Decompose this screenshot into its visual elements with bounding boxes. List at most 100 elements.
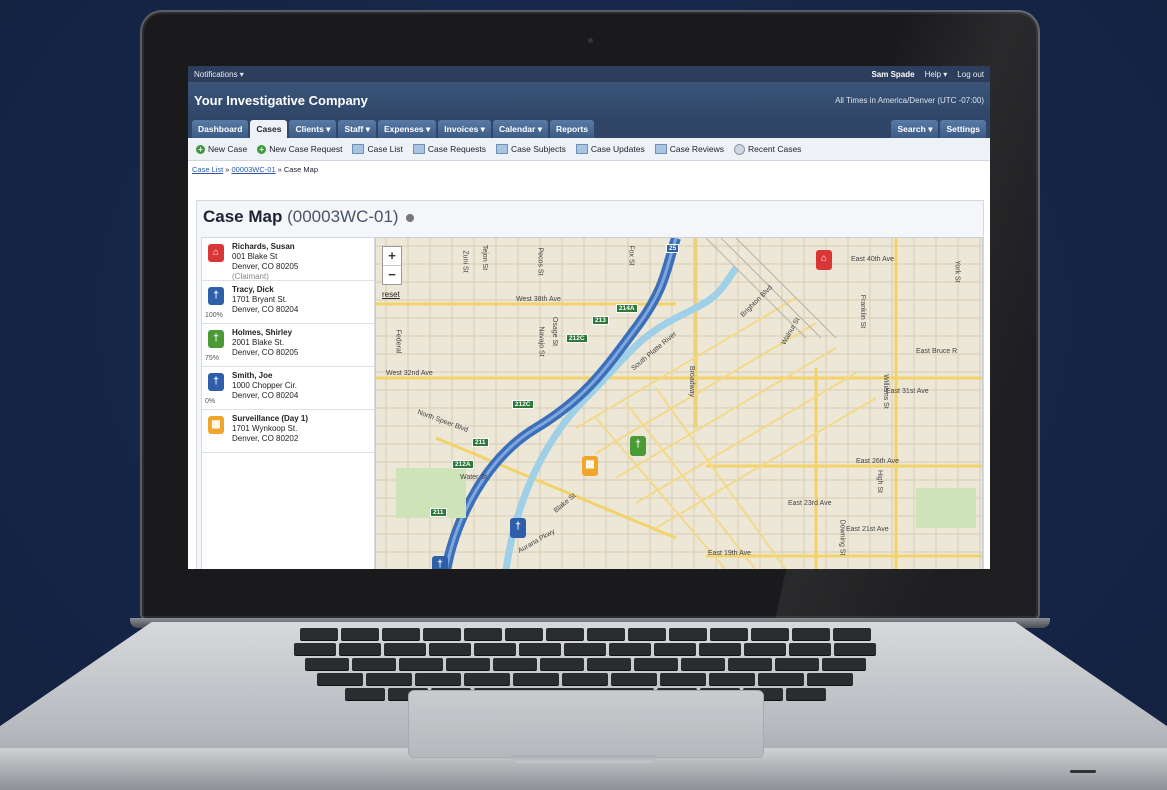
plus-icon: + <box>196 144 205 154</box>
key <box>340 628 379 640</box>
lid-notch <box>510 755 656 763</box>
map-pin-calendar-icon[interactable]: ▦ <box>582 456 598 476</box>
tab-cases[interactable]: Cases <box>250 120 288 138</box>
highway-shield: 25 <box>666 244 680 253</box>
zoom-in-button[interactable]: + <box>383 247 401 266</box>
highway-shield: 212C <box>512 400 534 409</box>
case-reviews-link[interactable]: Case Reviews <box>654 144 724 154</box>
new-case-request-button[interactable]: + New Case Request <box>257 144 342 154</box>
list-item[interactable]: ⌂ Richards, Susan 001 Blake St Denver, CO 8… <box>202 238 374 281</box>
subject-name: Richards, Susan <box>232 242 295 251</box>
key <box>513 673 559 685</box>
map-label: High St <box>875 470 883 493</box>
map-label: East 40th Ave <box>851 256 895 263</box>
tab-dashboard[interactable]: Dashboard <box>192 120 249 138</box>
key <box>586 658 631 670</box>
user-name[interactable]: Sam Spade <box>871 70 914 79</box>
key <box>415 673 461 685</box>
tab-settings[interactable]: Settings <box>940 120 986 138</box>
highway-shield: 212C <box>566 334 588 343</box>
map-label: Fox St <box>627 245 635 266</box>
map-label: Federal <box>394 329 402 354</box>
page-title: Case Map (00003WC-01) <box>203 207 415 227</box>
sub-nav: + New Case + New Case Request Case List Ca… <box>188 138 990 161</box>
key <box>304 658 349 670</box>
list-item[interactable]: † Smith, Joe 1000 Chopper Cir. Denver, CO 8… <box>202 367 374 410</box>
key <box>727 658 772 670</box>
key <box>744 643 786 655</box>
trackpad <box>408 690 764 758</box>
key <box>807 673 853 685</box>
person-icon: † <box>208 330 224 348</box>
list-item[interactable]: † Tracy, Dick 1701 Bryant St. Denver, CO 80… <box>202 281 374 324</box>
key <box>609 643 651 655</box>
key <box>633 658 678 670</box>
zoom-out-button[interactable]: − <box>383 266 401 284</box>
key <box>299 628 338 640</box>
help-menu[interactable]: Help ▾ <box>925 70 948 79</box>
key <box>611 673 657 685</box>
tab-calendar[interactable]: Calendar ▾ <box>492 120 548 138</box>
tab-invoices[interactable]: Invoices ▾ <box>438 120 491 138</box>
key <box>519 643 561 655</box>
breadcrumb: Case List » 00003WC-01 » Case Map <box>192 164 318 174</box>
highway-shield: 212A <box>452 460 474 469</box>
case-updates-link[interactable]: Case Updates <box>575 144 645 154</box>
breadcrumb-case-id[interactable]: 00003WC-01 <box>231 165 275 174</box>
map-canvas <box>376 238 982 569</box>
key <box>785 688 826 700</box>
case-id: (00003WC-01) <box>287 207 399 226</box>
map-pin-person-icon[interactable]: † <box>432 556 448 569</box>
progress-percent: 0% <box>205 398 216 405</box>
key <box>317 673 363 685</box>
key <box>429 643 471 655</box>
tab-expenses[interactable]: Expenses ▾ <box>377 120 437 138</box>
address-city: Denver, CO 80202 <box>232 434 299 443</box>
address-line: 2001 Blake St. <box>232 338 285 347</box>
house-icon: ⌂ <box>208 244 224 262</box>
map-reset-link[interactable]: reset <box>382 290 400 299</box>
tab-reports[interactable]: Reports <box>549 120 595 138</box>
notifications-menu[interactable]: Notifications ▾ <box>194 70 244 79</box>
person-icon: † <box>208 287 224 305</box>
case-list-link[interactable]: Case List <box>352 144 403 154</box>
map-pin-house-icon[interactable]: ⌂ <box>816 250 832 270</box>
key <box>834 643 876 655</box>
address-line: 1000 Chopper Cir. <box>232 381 297 390</box>
case-requests-link[interactable]: Case Requests <box>412 144 486 154</box>
list-item[interactable]: ▦ Surveillance (Day 1) 1701 Wynkoop St. Den… <box>202 410 374 453</box>
top-bar: Notifications ▾ Sam Spade Help ▾ Log out <box>188 66 990 82</box>
tab-clients[interactable]: Clients ▾ <box>289 120 337 138</box>
key <box>545 628 584 640</box>
map[interactable]: + − reset West 38th Ave East 40th Ave We… <box>375 237 983 569</box>
logout-link[interactable]: Log out <box>957 70 984 79</box>
plus-icon: + <box>257 144 267 154</box>
company-name: Your Investigative Company <box>194 92 368 108</box>
list-icon <box>575 144 588 154</box>
highway-shield: 211 <box>430 508 447 517</box>
map-pin-person-icon[interactable]: † <box>630 436 646 456</box>
info-icon[interactable] <box>406 213 415 222</box>
highway-shield: 214A <box>616 304 638 313</box>
new-case-button[interactable]: + New Case <box>196 144 247 154</box>
breadcrumb-case-list[interactable]: Case List <box>192 165 223 174</box>
case-subjects-link[interactable]: Case Subjects <box>496 144 566 154</box>
key <box>463 628 502 640</box>
key <box>339 643 381 655</box>
subject-name: Surveillance (Day 1) <box>232 414 309 423</box>
recent-cases-link[interactable]: Recent Cases <box>734 143 801 155</box>
map-label: Osage St <box>551 316 559 347</box>
map-label: West 32nd Ave <box>386 370 433 377</box>
key <box>791 628 830 640</box>
key <box>789 643 831 655</box>
list-item[interactable]: † Holmes, Shirley 2001 Blake St. Denver, CO… <box>202 324 374 367</box>
map-pin-person-icon[interactable]: † <box>510 518 526 538</box>
key <box>504 628 543 640</box>
map-label: Williams St <box>881 374 889 409</box>
tab-search[interactable]: Search ▾ <box>891 120 939 138</box>
app-header: Your Investigative Company All Times in … <box>188 82 990 118</box>
tab-staff[interactable]: Staff ▾ <box>338 120 376 138</box>
list-icon <box>496 144 509 154</box>
address-city: Denver, CO 80205 <box>232 262 299 271</box>
map-label: Pecos St <box>536 247 544 276</box>
